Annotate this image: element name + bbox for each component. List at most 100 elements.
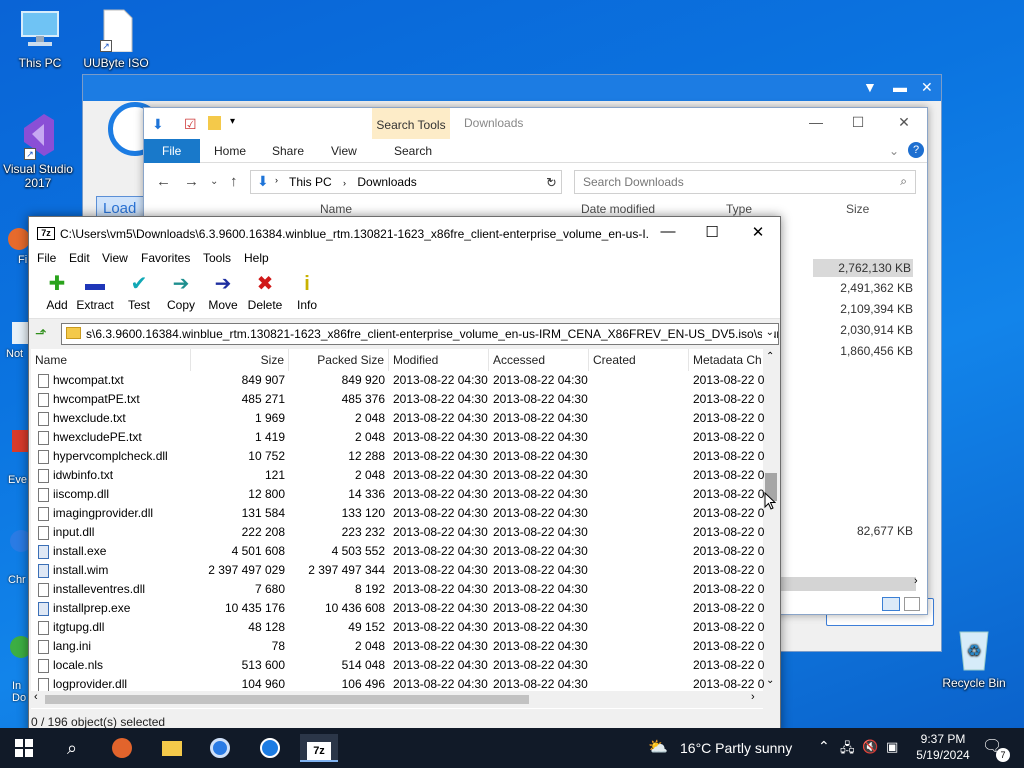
table-row[interactable]: hwexclude.txt 1 969 2 048 2013-08-22 04:30 2… — [31, 409, 765, 428]
close-icon[interactable]: ✕ — [889, 114, 919, 131]
minimize-icon[interactable]: ▬ — [893, 79, 907, 95]
help-icon[interactable]: ? — [908, 142, 924, 158]
refresh-icon[interactable]: ↻ — [546, 175, 557, 191]
desktop-icon-partial[interactable]: Fi — [0, 228, 30, 288]
column-header-date-modified[interactable]: Date modified — [581, 202, 655, 216]
maximize-icon[interactable]: ☐ — [843, 114, 873, 131]
scroll-up-icon[interactable]: ⌃ — [766, 351, 774, 362]
table-row[interactable]: installeventres.dll 7 680 8 192 2013-08-22 … — [31, 580, 765, 599]
desktop-icon-uubyte-iso[interactable]: ↗ UUByte ISO — [78, 8, 154, 70]
table-row[interactable]: hwcompatPE.txt 485 271 485 376 2013-08-22 0… — [31, 390, 765, 409]
search-tools-context-tab[interactable]: Search Tools — [372, 108, 450, 139]
qat-dropdown-icon[interactable]: ▾ — [230, 116, 235, 127]
delete-button[interactable]: ✖ Delete — [243, 273, 287, 312]
weather-icon[interactable]: ⛅ — [648, 737, 668, 757]
dropdown-icon[interactable]: ▼ — [863, 79, 877, 95]
table-row[interactable]: input.dll 222 208 223 232 2013-08-22 04:30 2… — [31, 523, 765, 542]
search-input[interactable]: Search Downloads ⌕ — [574, 170, 916, 194]
table-row[interactable]: idwbinfo.txt 121 2 048 2013-08-22 04:30 2013… — [31, 466, 765, 485]
column-header-packed-size[interactable]: Packed Size — [289, 349, 389, 371]
7zip-taskbar-button[interactable]: 7z — [300, 734, 338, 762]
info-button[interactable]: i Info — [285, 273, 329, 312]
file-size[interactable]: 2,491,362 KB — [813, 281, 913, 295]
address-bar[interactable]: ⬇ › This PC › Downloads ⌄ — [250, 170, 562, 194]
menu-favorites[interactable]: Favorites — [141, 251, 190, 265]
tab-search[interactable]: Search — [394, 144, 432, 158]
volume-muted-icon[interactable]: 🔇 — [862, 739, 878, 755]
scroll-right-icon[interactable]: › — [914, 575, 918, 587]
desktop-icon-visual-studio[interactable]: ↗ Visual Studio 2017 — [0, 110, 76, 190]
back-icon[interactable]: ← — [156, 173, 171, 190]
file-size[interactable]: 2,109,394 KB — [813, 302, 913, 316]
tab-view[interactable]: View — [331, 144, 357, 158]
chrome-icon[interactable] — [206, 734, 234, 762]
column-header-metadata-changed[interactable]: Metadata Ch — [689, 349, 767, 371]
column-header-accessed[interactable]: Accessed — [489, 349, 589, 371]
table-row[interactable]: imagingprovider.dll 131 584 133 120 2013-08… — [31, 504, 765, 523]
column-header-type[interactable]: Type — [726, 202, 752, 216]
scrollbar-thumb[interactable] — [45, 695, 529, 704]
file-size[interactable]: 2,762,130 KB — [813, 259, 913, 277]
path-input[interactable]: s\6.3.9600.16384.winblue_rtm.130821-1623… — [61, 323, 779, 345]
extract-button[interactable]: ▬ Extract — [73, 273, 117, 312]
table-row[interactable]: installprep.exe 10 435 176 10 436 608 2013-… — [31, 599, 765, 618]
close-icon[interactable]: ✕ — [741, 223, 775, 241]
copy-button[interactable]: ➔ Copy — [159, 273, 203, 312]
tab-home[interactable]: Home — [214, 144, 246, 158]
folder-icon[interactable] — [208, 116, 221, 130]
large-icons-view-icon[interactable] — [904, 597, 920, 611]
table-row[interactable]: install.exe 4 501 608 4 503 552 2013-08-22 … — [31, 542, 765, 561]
details-view-icon[interactable] — [882, 597, 900, 611]
column-header-name[interactable]: Name — [320, 202, 352, 216]
table-row[interactable]: hwcompat.txt 849 907 849 920 2013-08-22 04:… — [31, 371, 765, 390]
vertical-scrollbar[interactable]: ⌃ ⌄ — [763, 349, 779, 709]
desktop-icon-this-pc[interactable]: This PC — [2, 8, 78, 70]
table-row[interactable]: hypervcomplcheck.dll 10 752 12 288 2013-08-… — [31, 447, 765, 466]
desktop-icon-partial[interactable]: Not — [0, 322, 30, 384]
clock[interactable]: 9:37 PM 5/19/2024 — [916, 732, 970, 762]
column-header-size[interactable]: Size — [846, 202, 869, 216]
menu-view[interactable]: View — [102, 251, 128, 265]
maximize-icon[interactable]: ☐ — [695, 223, 729, 241]
menu-tools[interactable]: Tools — [203, 251, 231, 265]
desktop-icon-recycle-bin[interactable]: ♻ Recycle Bin — [936, 624, 1012, 690]
table-row[interactable]: locale.nls 513 600 514 048 2013-08-22 04:30… — [31, 656, 765, 675]
file-size[interactable]: 2,030,914 KB — [813, 323, 913, 337]
minimize-icon[interactable]: — — [651, 223, 685, 240]
column-header-created[interactable]: Created — [589, 349, 689, 371]
start-button[interactable] — [10, 734, 38, 762]
desktop-icon-partial[interactable]: In Do — [0, 636, 30, 712]
table-row[interactable]: install.wim 2 397 497 029 2 397 497 344 201… — [31, 561, 765, 580]
table-row[interactable]: iiscomp.dll 12 800 14 336 2013-08-22 04:30 2… — [31, 485, 765, 504]
file-explorer-icon[interactable] — [158, 734, 186, 762]
network-icon[interactable]: 🖧 — [840, 739, 855, 761]
desktop-icon-partial[interactable]: Chr — [0, 530, 30, 594]
file-size[interactable]: 82,677 KB — [813, 524, 913, 538]
recent-locations-icon[interactable]: ⌄ — [210, 176, 218, 187]
column-header-size[interactable]: Size — [191, 349, 289, 371]
column-header-name[interactable]: Name — [31, 349, 191, 371]
breadcrumb-downloads[interactable]: Downloads — [357, 175, 416, 189]
table-row[interactable]: lang.ini 78 2 048 2013-08-22 04:30 2013-08-2… — [31, 637, 765, 656]
up-folder-icon[interactable]: ⬏ — [35, 325, 47, 342]
column-header-modified[interactable]: Modified — [389, 349, 489, 371]
test-button[interactable]: ✔ Test — [117, 273, 161, 312]
desktop-icon-partial[interactable]: Eve — [0, 430, 30, 492]
weather-text[interactable]: 16°C Partly sunny — [680, 740, 792, 756]
scroll-left-icon[interactable]: ‹ — [34, 691, 38, 703]
menu-help[interactable]: Help — [244, 251, 269, 265]
menu-file[interactable]: File — [37, 251, 56, 265]
scroll-down-icon[interactable]: ⌄ — [766, 675, 774, 686]
breadcrumb-this-pc[interactable]: This PC — [289, 175, 332, 189]
close-icon[interactable]: ✕ — [921, 79, 933, 96]
file-list[interactable]: Name Size Packed Size Modified Accessed … — [31, 349, 779, 709]
chevron-up-icon[interactable]: ⌃ — [818, 738, 830, 755]
menu-edit[interactable]: Edit — [69, 251, 90, 265]
table-row[interactable]: itgtupg.dll 48 128 49 152 2013-08-22 04:30 2… — [31, 618, 765, 637]
minimize-icon[interactable]: — — [801, 114, 831, 130]
firefox-icon[interactable] — [108, 734, 136, 762]
scroll-right-icon[interactable]: › — [751, 691, 755, 703]
horizontal-scrollbar[interactable] — [781, 577, 916, 591]
tab-share[interactable]: Share — [272, 144, 304, 158]
7zip-window[interactable]: 7z C:\Users\vm5\Downloads\6.3.9600.16384… — [28, 216, 781, 734]
